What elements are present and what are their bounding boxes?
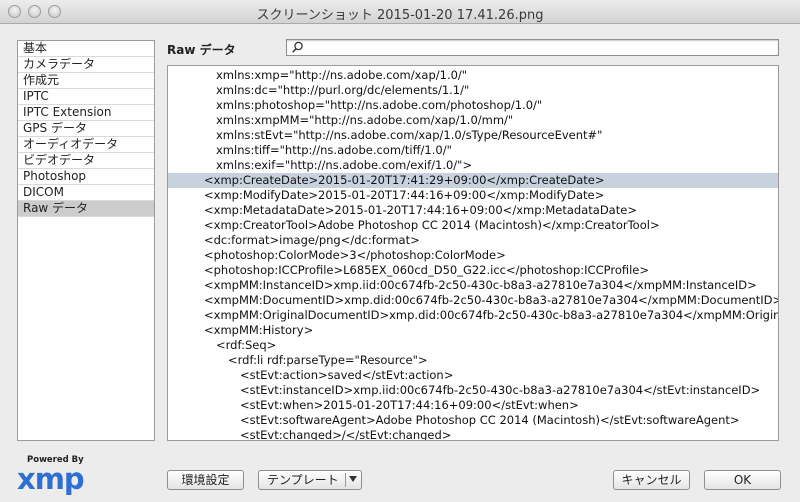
ok-button-label: OK — [733, 473, 752, 487]
section-title: Raw データ — [167, 43, 236, 57]
sidebar-item[interactable]: 基本 — [18, 41, 154, 57]
raw-data-line[interactable]: <photoshop:ColorMode>3</photoshop:ColorM… — [168, 248, 778, 263]
raw-data-line[interactable]: <xmp:MetadataDate>2015-01-20T17:44:16+09… — [168, 203, 778, 218]
sidebar-item[interactable]: オーディオデータ — [18, 137, 154, 153]
search-icon — [292, 41, 303, 53]
raw-data-line[interactable]: <xmpMM:DocumentID>xmp.did:00c674fb-2c50-… — [168, 293, 778, 308]
template-popup-button[interactable]: テンプレート — [258, 470, 362, 490]
template-button-label: テンプレート — [267, 473, 339, 487]
raw-data-line[interactable]: <stEvt:action>saved</stEvt:action> — [168, 368, 778, 383]
category-list: 基本 カメラデータ 作成元 IPTC IPTC Extension GPS データ オーディ… — [17, 40, 155, 441]
xmp-logo-text: xmp — [17, 462, 85, 496]
sidebar-item[interactable]: IPTC Extension — [18, 105, 154, 121]
sidebar-item[interactable]: ビデオデータ — [18, 153, 154, 169]
template-divider — [345, 473, 346, 487]
raw-data-line[interactable]: <stEvt:softwareAgent>Adobe Photoshop CC … — [168, 413, 778, 428]
cancel-button-label: キャンセル — [621, 473, 682, 487]
raw-data-line[interactable]: <xmp:CreatorTool>Adobe Photoshop CC 2014… — [168, 218, 778, 233]
raw-data-line[interactable]: <xmpMM:InstanceID>xmp.iid:00c674fb-2c50-… — [168, 278, 778, 293]
sidebar-item[interactable]: IPTC — [18, 89, 154, 105]
raw-data-line[interactable]: <xmp:ModifyDate>2015-01-20T17:44:16+09:0… — [168, 188, 778, 203]
raw-data-line[interactable]: xmlns:xmpMM="http://ns.adobe.com/xap/1.0… — [168, 113, 778, 128]
raw-data-line[interactable]: <dc:format>image/png</dc:format> — [168, 233, 778, 248]
raw-data-line[interactable]: xmlns:photoshop="http://ns.adobe.com/pho… — [168, 98, 778, 113]
title-bar[interactable]: スクリーンショット 2015-01-20 17.41.26.png — [0, 0, 800, 24]
preferences-button-label: 環境設定 — [181, 473, 230, 487]
raw-data-line[interactable]: <stEvt:instanceID>xmp.iid:00c674fb-2c50-… — [168, 383, 778, 398]
search-input[interactable] — [307, 40, 774, 55]
sidebar-item[interactable]: 作成元 — [18, 73, 154, 89]
raw-data-line[interactable]: <stEvt:changed>/</stEvt:changed> — [168, 428, 778, 440]
preferences-button[interactable]: 環境設定 — [167, 470, 244, 490]
raw-data-line[interactable]: <xmpMM:History> — [168, 323, 778, 338]
raw-data-line[interactable]: <rdf:li rdf:parseType="Resource"> — [168, 353, 778, 368]
raw-data-line[interactable]: <stEvt:when>2015-01-20T17:44:16+09:00</s… — [168, 398, 778, 413]
cancel-button[interactable]: キャンセル — [613, 470, 690, 490]
search-box[interactable] — [286, 39, 779, 56]
raw-data-line[interactable]: xmlns:xmp="http://ns.adobe.com/xap/1.0/" — [168, 68, 778, 83]
sidebar-item[interactable]: カメラデータ — [18, 57, 154, 73]
raw-data-line[interactable]: <rdf:Seq> — [168, 338, 778, 353]
sidebar-item[interactable]: DICOM — [18, 185, 154, 201]
raw-data-view[interactable]: xmlns:xmp="http://ns.adobe.com/xap/1.0/"… — [167, 65, 779, 441]
sidebar-item[interactable]: Raw データ — [18, 201, 154, 217]
raw-data-line[interactable]: <photoshop:ICCProfile>L685EX_060cd_D50_G… — [168, 263, 778, 278]
ok-button[interactable]: OK — [704, 470, 781, 490]
raw-data-line[interactable]: xmlns:tiff="http://ns.adobe.com/tiff/1.0… — [168, 143, 778, 158]
raw-data-line[interactable]: <xmpMM:OriginalDocumentID>xmp.did:00c674… — [168, 308, 778, 323]
sidebar-item[interactable]: Photoshop — [18, 169, 154, 185]
raw-data-line[interactable]: xmlns:exif="http://ns.adobe.com/exif/1.0… — [168, 158, 778, 173]
raw-data-line[interactable]: xmlns:dc="http://purl.org/dc/elements/1.… — [168, 83, 778, 98]
xmp-logo: Powered By xmp — [15, 455, 87, 496]
window-title: スクリーンショット 2015-01-20 17.41.26.png — [256, 8, 544, 23]
metadata-dialog: スクリーンショット 2015-01-20 17.41.26.png 基本 カメラデ… — [0, 0, 800, 502]
sidebar-item[interactable]: GPS データ — [18, 121, 154, 137]
raw-data-line[interactable]: <xmp:CreateDate>2015-01-20T17:41:29+09:0… — [168, 173, 778, 188]
chevron-down-icon[interactable] — [349, 476, 357, 482]
raw-data-line[interactable]: xmlns:stEvt="http://ns.adobe.com/xap/1.0… — [168, 128, 778, 143]
